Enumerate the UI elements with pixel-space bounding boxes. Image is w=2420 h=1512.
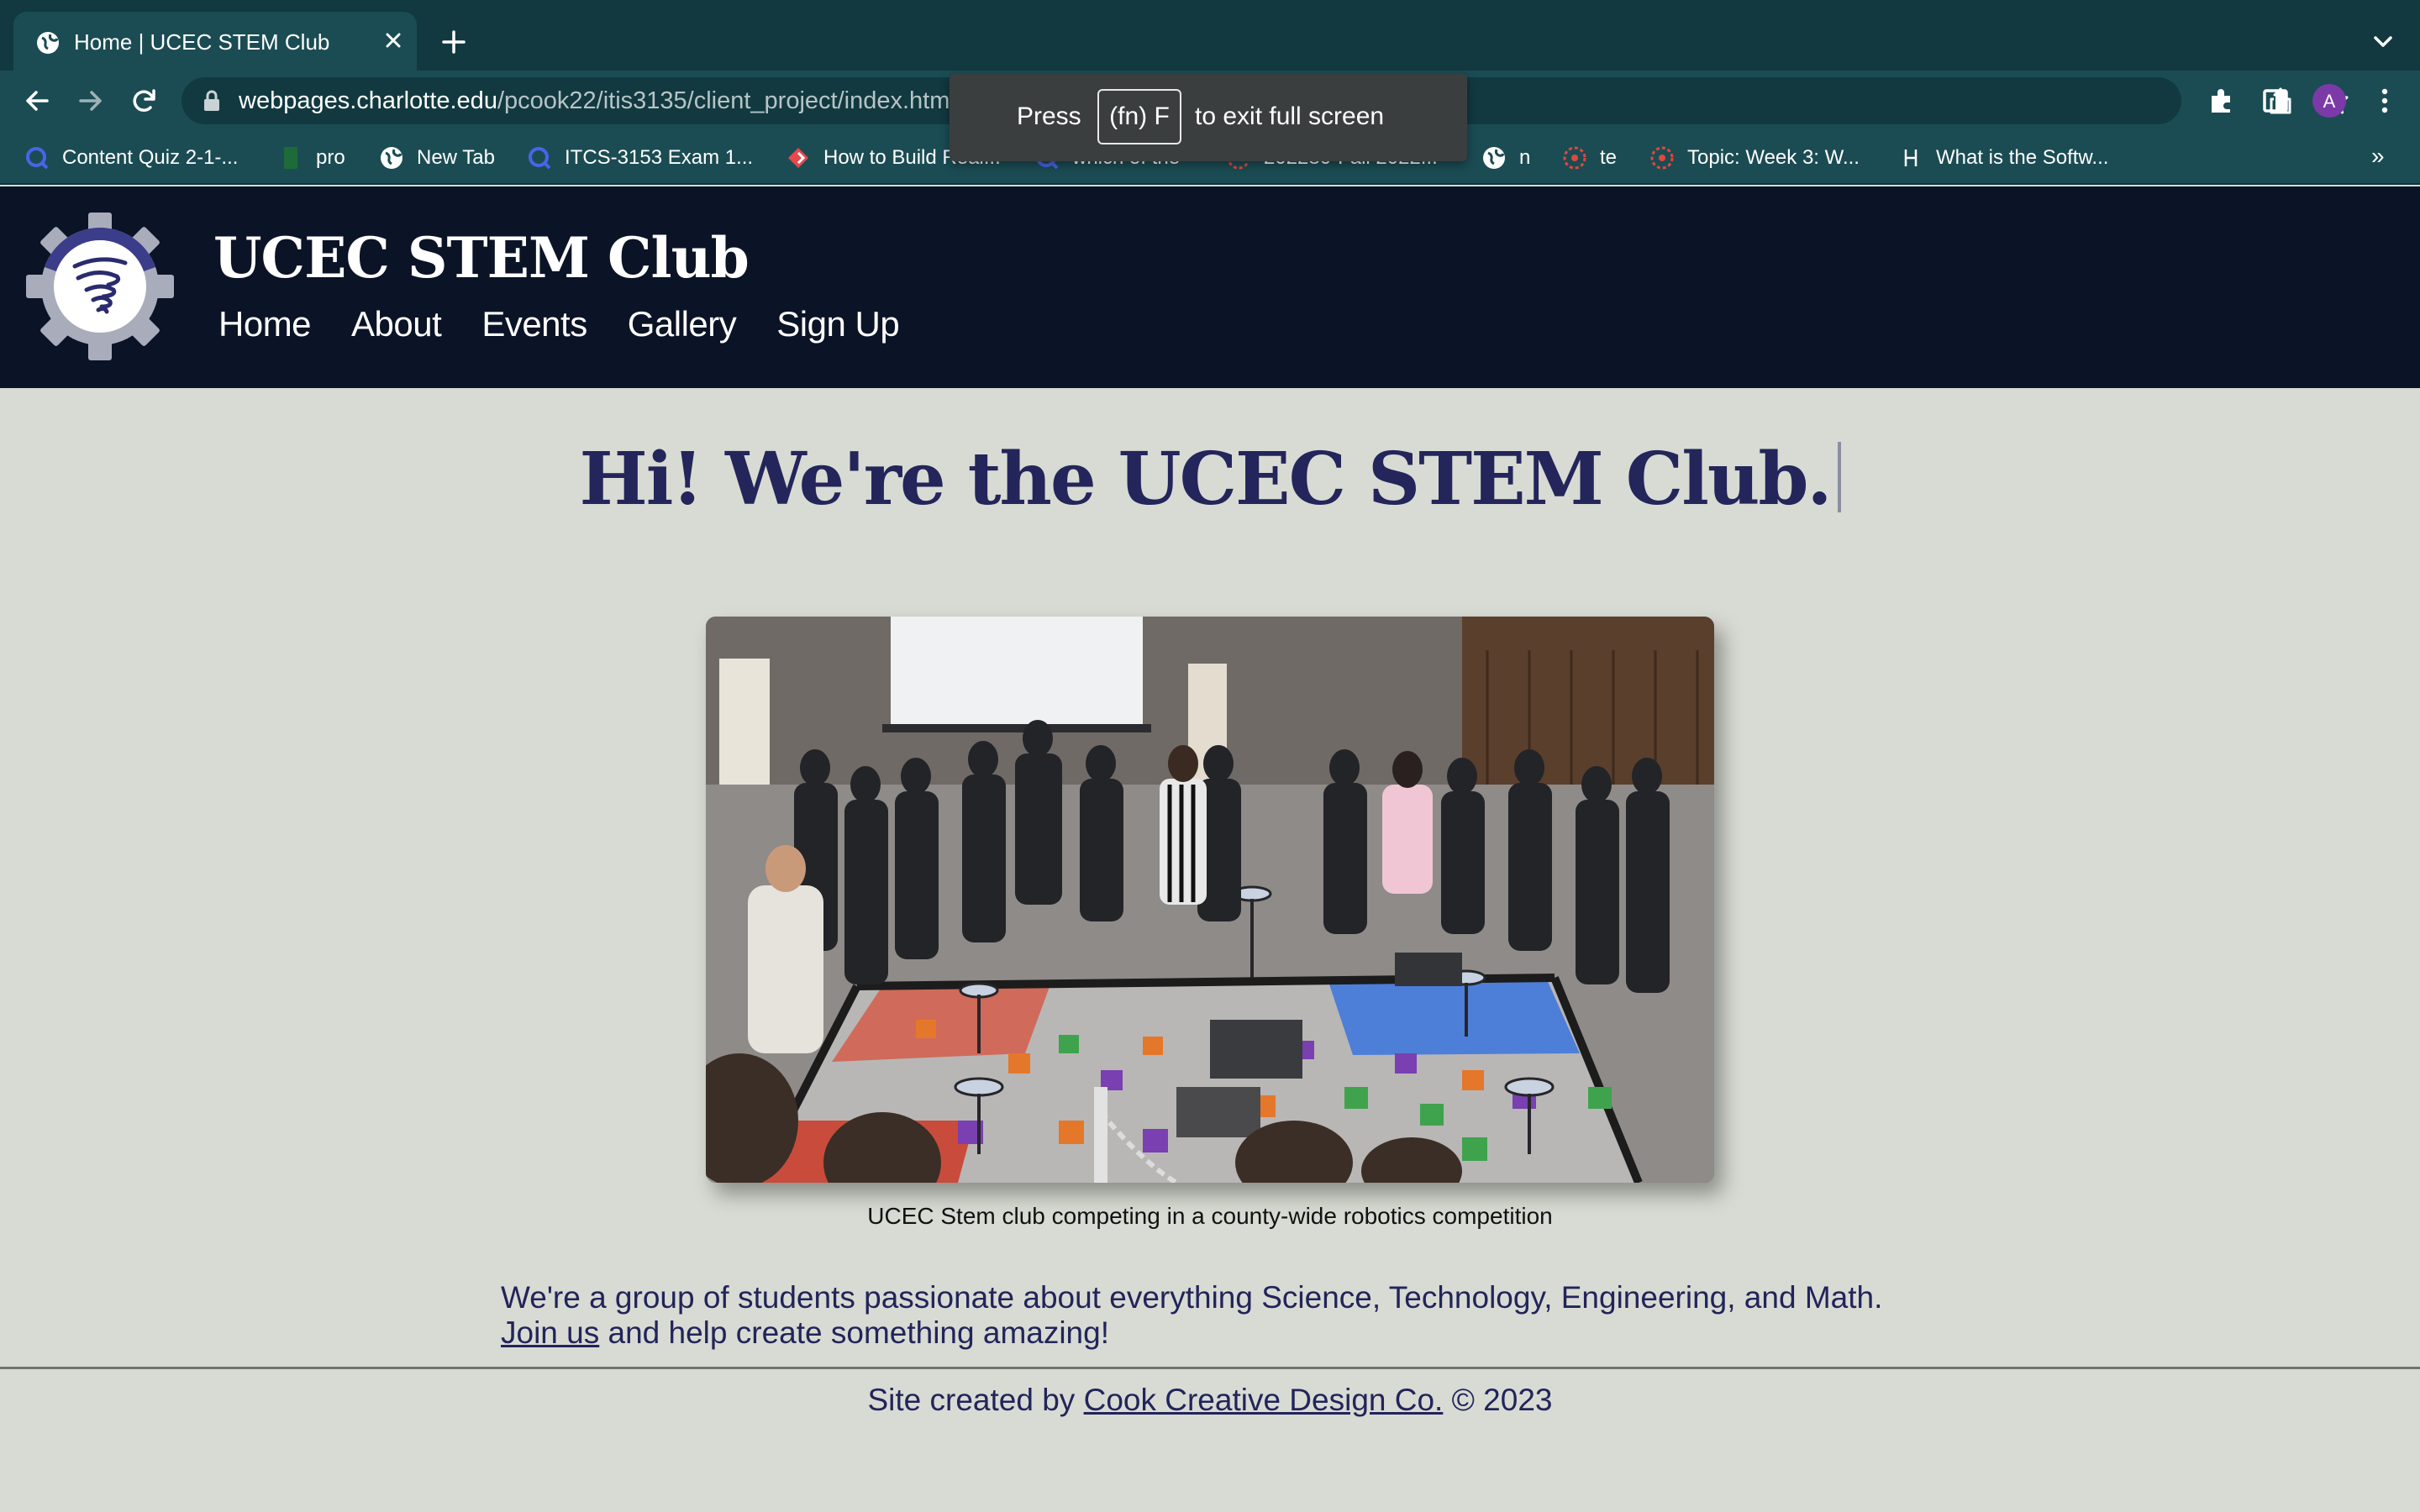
browser-tab-strip: Home | UCEC STEM Club xyxy=(0,0,2420,71)
quiz-q-icon xyxy=(529,147,551,170)
canvas-icon xyxy=(1650,146,1674,170)
sheet-icon xyxy=(284,147,297,169)
lock-icon[interactable] xyxy=(202,89,222,113)
bookmark-label: What is the Softw... xyxy=(1936,146,2109,169)
hero-photo-robotics-competition xyxy=(706,617,1714,1183)
site-title: UCEC STEM Club xyxy=(213,225,750,291)
bookmark-item[interactable]: New Tab xyxy=(378,141,495,175)
url-domain: webpages.charlotte.edu xyxy=(239,87,497,114)
toast-rest-text: to exit full screen xyxy=(1195,102,1385,130)
h-letter-icon xyxy=(1904,150,1918,166)
join-us-link[interactable]: Join us xyxy=(501,1315,599,1350)
bookmark-item[interactable]: pro xyxy=(277,141,345,175)
nav-home[interactable]: Home xyxy=(218,304,312,344)
close-icon[interactable] xyxy=(378,25,408,55)
bookmark-label: te xyxy=(1600,146,1618,169)
tab-title: Home | UCEC STEM Club xyxy=(74,29,330,55)
profile-avatar[interactable]: A xyxy=(2311,82,2348,119)
footer-divider xyxy=(0,1367,2420,1369)
robotics-competition-photo xyxy=(706,617,1714,1183)
reload-icon[interactable] xyxy=(128,84,161,118)
nav-about[interactable]: About xyxy=(351,304,442,344)
globe-icon xyxy=(37,32,59,54)
diamond-icon xyxy=(788,148,808,168)
site-footer: Site created by Cook Creative Design Co.… xyxy=(0,1383,2420,1418)
extensions-puzzle-icon[interactable] xyxy=(2205,84,2238,118)
bookmark-label: Content Quiz 2-1-... xyxy=(62,146,239,169)
bookmark-label: n xyxy=(1519,146,1531,169)
bookmark-item[interactable]: What is the Softw... xyxy=(1897,141,2108,175)
gear-tornado-logo[interactable] xyxy=(25,212,175,361)
footer-prefix: Site created by xyxy=(867,1383,1084,1417)
bookmark-label: pro xyxy=(316,146,345,169)
kebab-menu-icon[interactable] xyxy=(2368,84,2402,118)
headline-text: Hi! We're the UCEC STEM Club. xyxy=(579,437,1833,522)
profile-initial: A xyxy=(2323,91,2336,112)
back-arrow-icon[interactable] xyxy=(20,84,54,118)
canvas-icon xyxy=(1563,146,1586,170)
globe-icon xyxy=(1483,147,1505,169)
bookmark-item[interactable]: te xyxy=(1561,141,1617,175)
fullscreen-exit-toast: Press (fn) F to exit full screen xyxy=(950,74,1467,161)
bookmark-item[interactable]: Content Quiz 2-1-... xyxy=(24,141,238,175)
side-panel-icon[interactable] xyxy=(2259,84,2292,118)
nav-gallery[interactable]: Gallery xyxy=(628,304,737,344)
url-text[interactable]: webpages.charlotte.edu/pcook22/itis3135/… xyxy=(239,87,955,115)
bookmark-label: New Tab xyxy=(417,146,495,169)
globe-icon xyxy=(381,147,402,169)
bookmark-item[interactable]: n xyxy=(1481,141,1530,175)
chevron-down-icon[interactable] xyxy=(2368,27,2398,57)
designer-credit-link[interactable]: Cook Creative Design Co. xyxy=(1084,1383,1444,1417)
quiz-q-icon xyxy=(26,147,49,170)
intro-text-after: and help create something amazing! xyxy=(599,1315,1110,1350)
intro-text-before: We're a group of students passionate abo… xyxy=(501,1280,1883,1315)
nav-sign-up[interactable]: Sign Up xyxy=(776,304,899,344)
more-bookmarks-chevron[interactable]: » xyxy=(2371,143,2385,170)
footer-suffix: © 2023 xyxy=(1443,1383,1553,1417)
main-nav: Home About Events Gallery Sign Up xyxy=(218,304,939,344)
toast-press-text: Press xyxy=(1017,102,1081,130)
new-tab-plus-icon[interactable] xyxy=(437,25,471,59)
hero-caption: UCEC Stem club competing in a county-wid… xyxy=(867,1203,1553,1229)
text-cursor xyxy=(1837,442,1841,512)
forward-arrow-icon[interactable] xyxy=(74,84,108,118)
intro-paragraph: We're a group of students passionate abo… xyxy=(501,1280,1929,1351)
bookmark-item[interactable]: Topic: Week 3: W... xyxy=(1649,141,1860,175)
toast-key-badge: (fn) F xyxy=(1097,89,1181,144)
bookmark-label: ITCS-3153 Exam 1... xyxy=(565,146,754,169)
site-header: UCEC STEM Club Home About Events Gallery… xyxy=(0,186,2420,388)
url-path: /pcook22/itis3135/client_project/index.h… xyxy=(497,87,955,114)
nav-events[interactable]: Events xyxy=(481,304,587,344)
browser-tab-active[interactable]: Home | UCEC STEM Club xyxy=(13,12,417,71)
page-headline: Hi! We're the UCEC STEM Club. xyxy=(0,437,2420,522)
bookmark-label: Topic: Week 3: W... xyxy=(1687,146,1860,169)
bookmark-item[interactable]: ITCS-3153 Exam 1... xyxy=(526,141,753,175)
